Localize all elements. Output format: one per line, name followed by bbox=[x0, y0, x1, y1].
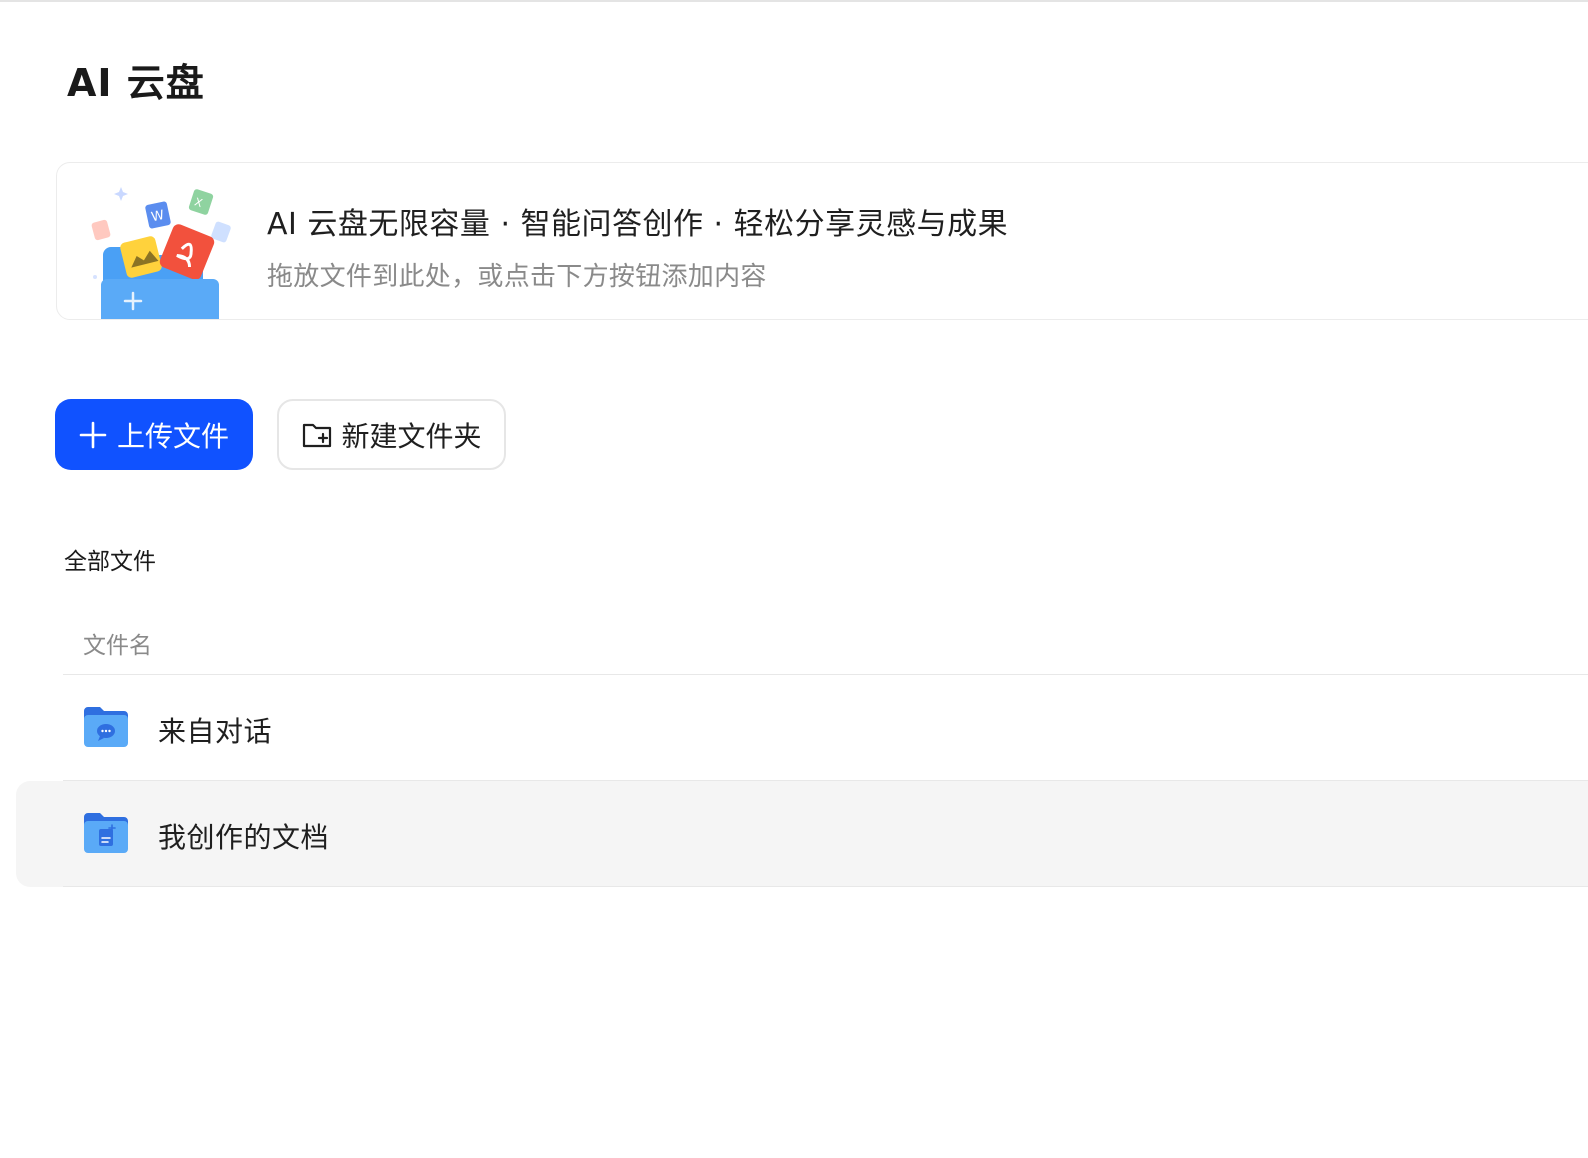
chat-folder-icon bbox=[84, 707, 128, 747]
banner-subtitle: 拖放文件到此处，或点击下方按钮添加内容 bbox=[267, 262, 767, 292]
document-folder-icon bbox=[84, 813, 128, 853]
plus-icon bbox=[79, 421, 107, 448]
column-filename[interactable]: 文件名 bbox=[83, 626, 152, 660]
page-title: AI 云盘 bbox=[67, 61, 205, 105]
new-folder-label: 新建文件夹 bbox=[341, 419, 482, 453]
top-divider bbox=[0, 0, 1588, 4]
file-table: 文件名 来自对话 我创作的文档 bbox=[16, 606, 1588, 887]
upload-file-label: 上传文件 bbox=[116, 419, 229, 453]
all-files-heading: 全部文件 bbox=[64, 549, 156, 575]
files-into-folder-illustration: W X bbox=[91, 187, 231, 319]
file-table-header: 文件名 bbox=[63, 606, 1588, 675]
file-name: 我创作的文档 bbox=[158, 821, 330, 854]
new-folder-button[interactable]: 新建文件夹 bbox=[277, 399, 506, 470]
file-row[interactable]: 来自对话 bbox=[16, 675, 1588, 781]
upload-file-button[interactable]: 上传文件 bbox=[55, 399, 253, 470]
row-divider bbox=[63, 886, 1588, 887]
file-row[interactable]: 我创作的文档 bbox=[16, 781, 1588, 887]
banner-title: AI 云盘无限容量 · 智能问答创作 · 轻松分享灵感与成果 bbox=[267, 207, 1009, 242]
upload-dropzone-banner[interactable]: W X AI 云盘无限容量 · 智能问答创作 · 轻松分享灵感与成果 拖放文件到… bbox=[56, 162, 1588, 320]
file-name: 来自对话 bbox=[158, 715, 273, 748]
folder-add-icon bbox=[303, 423, 332, 447]
